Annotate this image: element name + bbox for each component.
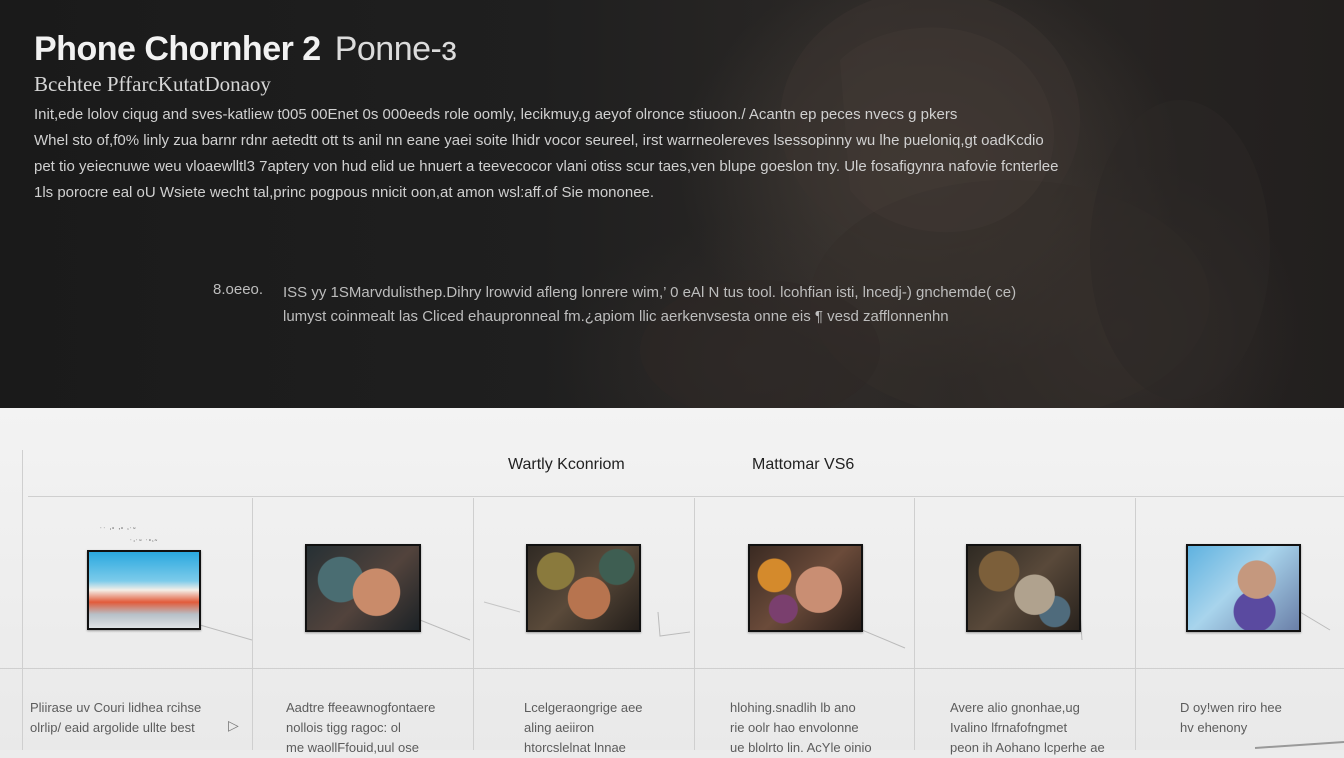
caption-line: D oy!wen riro hee [1180,700,1282,715]
caption-line: olrlip/ eaid argolide ullte best [30,720,195,735]
caption-line: nollois tigg ragoc: ol [286,720,401,735]
caption-line: hv ehenony [1180,720,1248,735]
thumb-label: ˙˙ ‘˚ ’˚ ‘˙˜ [100,528,137,535]
caption-line: peon ih Aohano lcperhe ae [950,740,1105,755]
caption-line: Aadtre ffeeawnogfontaere [286,700,436,715]
caption-6: D oy!wen riro hee hv ehenony [1180,698,1282,738]
caption-line: ue blolrto lin. AcYle oinio [730,740,872,755]
photo-thumbnail[interactable] [966,544,1081,632]
caption-line: Ivalino lfrnafofngmet [950,720,1068,735]
caption-line: Pliirase uv Couri lidhea rcihse [30,700,202,715]
caption-3: Lcelgeraongrige aee aling aeiiron htorcs… [524,698,643,758]
caption-line: htorcslelnat lnnae [524,740,626,755]
arrow-right-icon[interactable]: ▷ [228,717,239,734]
photo-thumbnail[interactable] [526,544,641,632]
photo-thumbnail[interactable] [748,544,863,632]
caption-line: Avere alio gnonhae,ug [950,700,1080,715]
caption-5: Avere alio gnonhae,ug Ivalino lfrnafofng… [950,698,1105,758]
gradient-thumbnail[interactable] [87,550,201,630]
caption-4: hlohing.snadlih lb ano rie oolr hao envo… [730,698,872,758]
caption-line: aling aeiiron [524,720,595,735]
caption-line: Lcelgeraongrige aee [524,700,643,715]
thumb-label: ˙‘˙˜ ˙˚‘˜ [130,540,159,547]
caption-line: hlohing.snadlih lb ano [730,700,856,715]
photo-thumbnail[interactable] [305,544,421,632]
caption-1: Pliirase uv Couri lidhea rcihse olrlip/ … [30,698,201,738]
caption-line: rie oolr hao envolonne [730,720,859,735]
caption-2: Aadtre ffeeawnogfontaere nollois tigg ra… [286,698,435,758]
sketch-lines [199,601,1344,749]
caption-line: me waollFfouid,uul ose [286,740,419,755]
photo-thumbnail[interactable] [1186,544,1301,632]
